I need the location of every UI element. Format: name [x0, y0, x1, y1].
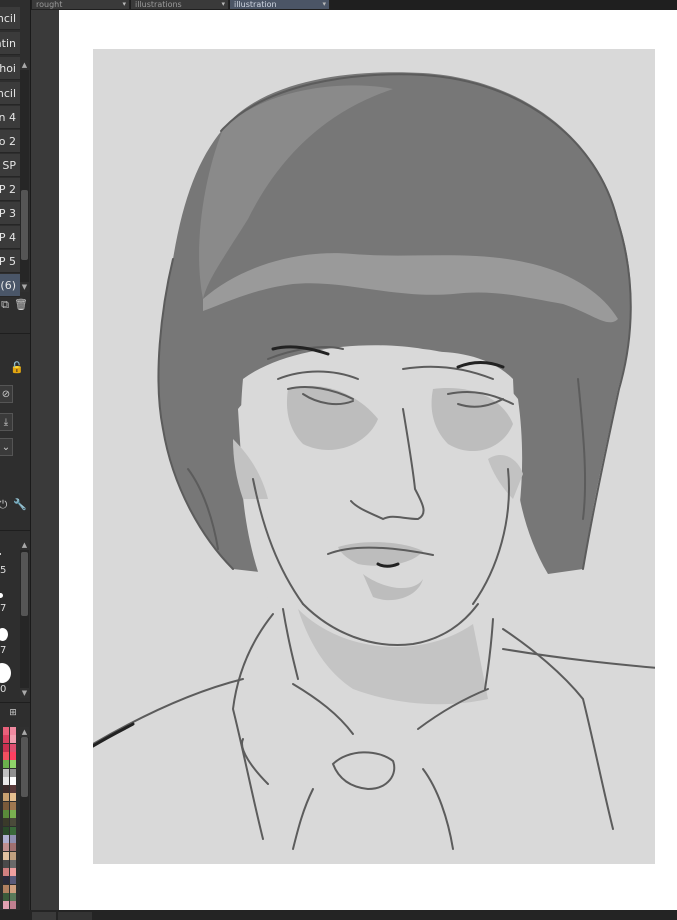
chevron-down-icon[interactable]: ⌄ [0, 438, 13, 456]
status-bar-button[interactable] [32, 912, 56, 920]
tab-illustration[interactable]: illustration ▾ [230, 0, 330, 9]
color-swatch[interactable] [3, 810, 9, 818]
color-swatch[interactable] [3, 868, 9, 877]
color-swatch[interactable] [3, 851, 9, 860]
subtool-item[interactable]: o 2 [0, 130, 20, 153]
brush-size-preview[interactable] [0, 628, 8, 641]
brush-size-label: 7 [0, 645, 7, 656]
portrait-artwork[interactable] [93, 49, 655, 864]
brush-size-label: 7 [0, 603, 7, 614]
color-swatch[interactable] [10, 776, 16, 785]
wrench-icon[interactable]: 🔧 [13, 498, 27, 512]
color-swatch[interactable] [10, 735, 16, 744]
download-icon[interactable]: ⤓ [0, 413, 13, 431]
canvas-tab-strip: rought ▾ illustrations ▾ illustration ▾ [0, 0, 677, 10]
palette-settings-icon[interactable]: ⊞ [6, 706, 20, 720]
color-swatch[interactable] [10, 818, 16, 827]
scroll-down-icon[interactable]: ▼ [20, 282, 29, 292]
color-swatch[interactable] [10, 810, 16, 818]
color-swatch[interactable] [3, 743, 9, 752]
scroll-up-icon[interactable]: ▲ [20, 727, 29, 737]
brush-size-preview[interactable] [0, 593, 3, 598]
color-swatch[interactable] [3, 776, 9, 785]
subtool-item-selected[interactable]: (6) [0, 274, 20, 297]
circle-slash-icon[interactable]: ⊘ [0, 385, 13, 403]
color-swatch[interactable] [10, 884, 16, 893]
power-icon[interactable]: ⏻ [0, 498, 10, 512]
scroll-up-icon[interactable]: ▲ [20, 540, 29, 550]
subtool-item[interactable]: SP [0, 154, 20, 177]
color-swatch[interactable] [10, 868, 16, 877]
color-swatch[interactable] [3, 859, 9, 868]
color-swatch[interactable] [3, 735, 9, 744]
color-swatch[interactable] [3, 893, 9, 901]
scrollbar-thumb[interactable] [21, 190, 28, 260]
color-swatch[interactable] [10, 793, 16, 802]
color-swatch[interactable] [3, 818, 9, 827]
color-swatch[interactable] [10, 826, 16, 835]
color-swatch[interactable] [10, 851, 16, 860]
color-swatch[interactable] [10, 768, 16, 777]
color-swatch[interactable] [3, 801, 9, 810]
subtool-item[interactable]: P 3 [0, 202, 20, 225]
color-swatch[interactable] [3, 751, 9, 760]
color-swatch[interactable] [3, 768, 9, 777]
status-bar-button[interactable] [58, 912, 92, 920]
subtool-item[interactable]: P 2 [0, 178, 20, 201]
color-swatch[interactable] [10, 876, 16, 885]
status-bar [0, 910, 677, 920]
color-swatch[interactable] [10, 727, 16, 735]
color-swatch[interactable] [3, 901, 9, 910]
color-swatch[interactable] [10, 760, 16, 769]
color-swatch[interactable] [3, 785, 9, 794]
color-swatch[interactable] [10, 743, 16, 752]
color-swatch[interactable] [10, 859, 16, 868]
color-swatch[interactable] [10, 834, 16, 843]
scrollbar-thumb[interactable] [21, 552, 28, 616]
color-swatch[interactable] [3, 760, 9, 769]
chevron-down-icon[interactable]: ▾ [221, 0, 225, 9]
duplicate-icon[interactable]: ⧉ [0, 298, 12, 312]
color-swatch[interactable] [3, 834, 9, 843]
color-swatch[interactable] [10, 893, 16, 901]
subtool-item[interactable]: P 5 [0, 250, 20, 273]
trash-icon[interactable]: 🗑 [14, 298, 28, 312]
subtool-item[interactable]: Choi [0, 57, 20, 80]
color-swatch[interactable] [10, 901, 16, 910]
subtool-item[interactable]: Pencil [0, 7, 20, 30]
tab-illustrations[interactable]: illustrations ▾ [131, 0, 229, 9]
brush-size-label: 5 [0, 565, 7, 576]
color-swatch[interactable] [3, 884, 9, 893]
scroll-down-icon[interactable]: ▼ [20, 688, 29, 698]
subtool-item[interactable]: n 4 [0, 106, 20, 129]
color-swatch[interactable] [3, 843, 9, 852]
color-palette[interactable] [0, 727, 18, 910]
color-swatch[interactable] [3, 826, 9, 835]
color-swatch[interactable] [3, 727, 9, 735]
color-swatch[interactable] [3, 876, 9, 885]
color-swatch[interactable] [10, 751, 16, 760]
chevron-down-icon[interactable]: ▾ [322, 0, 326, 9]
color-swatch[interactable] [3, 793, 9, 802]
subtool-item[interactable]: Pencil [0, 82, 20, 105]
chevron-down-icon[interactable]: ▾ [122, 0, 126, 9]
tab-rought[interactable]: rought ▾ [32, 0, 130, 9]
brush-size-label: 0 [0, 684, 7, 695]
unlock-icon[interactable]: 🔓 [10, 361, 24, 375]
scroll-up-icon[interactable]: ▲ [20, 60, 29, 70]
brush-size-preview[interactable] [0, 663, 11, 683]
scrollbar-thumb[interactable] [21, 737, 28, 797]
color-swatch[interactable] [10, 785, 16, 794]
color-swatch[interactable] [10, 843, 16, 852]
color-swatch[interactable] [10, 801, 16, 810]
left-tool-panel: Pencil paintin Choi Pencil n 4 o 2 SP P … [0, 0, 31, 910]
subtool-item[interactable]: paintin [0, 32, 20, 55]
brush-size-preview[interactable] [0, 553, 1, 555]
subtool-item[interactable]: P 4 [0, 226, 20, 249]
